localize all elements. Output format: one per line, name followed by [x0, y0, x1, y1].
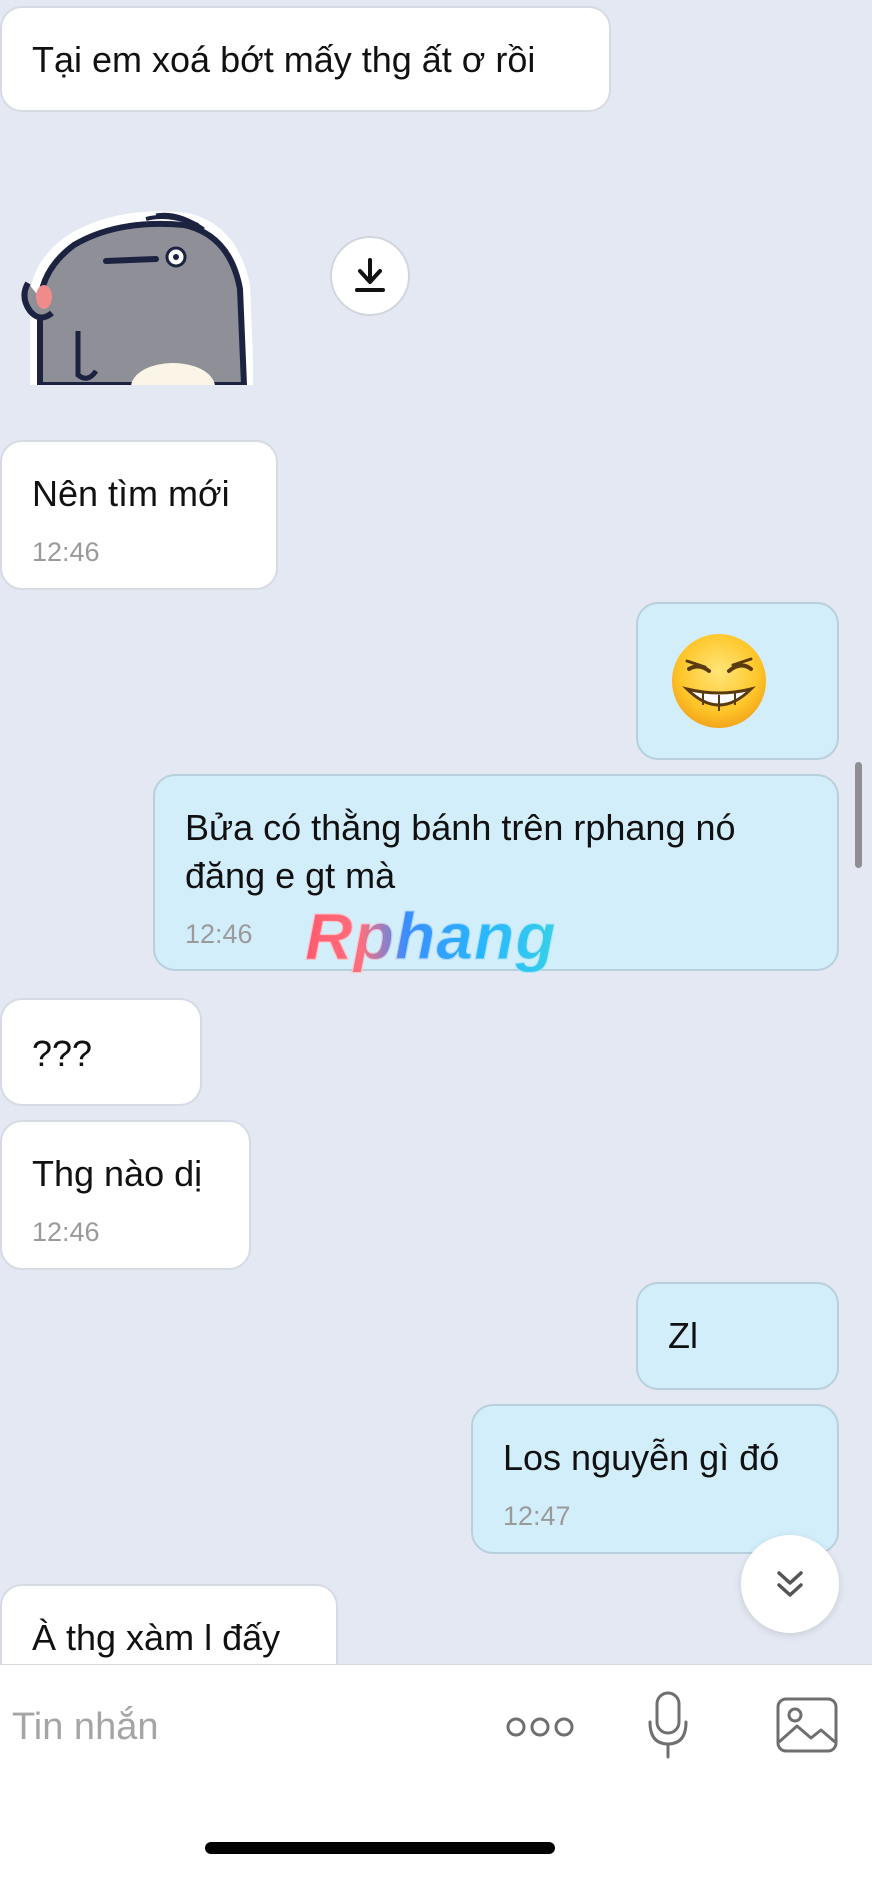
message-timestamp: 12:46 [185, 919, 253, 949]
message-timestamp: 12:46 [32, 537, 100, 567]
message-bubble-outgoing[interactable]: Los nguyễn gì đó 12:47 [471, 1404, 839, 1554]
message-text: Thg nào dị [32, 1153, 203, 1194]
message-bubble-incoming[interactable]: Nên tìm mới 12:46 [0, 440, 278, 590]
message-text: Zl [668, 1315, 698, 1356]
message-text: Nên tìm mới [32, 473, 230, 514]
image-picker-button[interactable] [772, 1693, 842, 1757]
message-bubble-incoming[interactable]: ??? [0, 998, 202, 1106]
scrollbar[interactable] [855, 762, 862, 868]
download-icon [355, 258, 385, 292]
chevron-double-down-icon [777, 1571, 803, 1597]
download-button[interactable] [330, 236, 410, 316]
message-text-line: đăng e gt mà [185, 855, 396, 896]
message-text: À thg xàm l đấy [32, 1617, 281, 1658]
sticker-image[interactable] [18, 205, 254, 411]
message-timestamp: 12:46 [32, 1217, 100, 1247]
message-text: Los nguyễn gì đó [503, 1437, 780, 1478]
watermark-logo: Rphang [305, 899, 557, 974]
voice-record-button[interactable] [640, 1685, 696, 1765]
message-bubble-incoming[interactable]: Tại em xoá bớt mấy thg ất ơ rồi [0, 6, 611, 112]
home-indicator[interactable] [205, 1842, 555, 1854]
message-input[interactable]: Tin nhắn [12, 1703, 158, 1751]
grin-emoji-icon [672, 634, 766, 728]
message-bubble-incoming[interactable]: Thg nào dị 12:46 [0, 1120, 251, 1270]
scroll-to-bottom-button[interactable] [741, 1535, 839, 1633]
more-dots-icon [506, 1717, 574, 1737]
more-options-button[interactable] [502, 1705, 578, 1749]
message-text: ??? [32, 1033, 93, 1074]
message-bubble-outgoing[interactable]: Zl [636, 1282, 839, 1390]
message-text-line: Bửa có thằng bánh trên rphang nó [185, 807, 736, 848]
sticker-character-icon [21, 211, 254, 411]
message-bubble-outgoing[interactable] [636, 602, 839, 760]
message-text: Tại em xoá bớt mấy thg ất ơ rồi [32, 39, 536, 80]
image-icon [776, 1697, 838, 1753]
microphone-icon [648, 1691, 688, 1759]
message-timestamp: 12:47 [503, 1501, 571, 1531]
chat-screen: Tại em xoá bớt mấy thg ất ơ rồi Nên tìm … [0, 0, 872, 1882]
